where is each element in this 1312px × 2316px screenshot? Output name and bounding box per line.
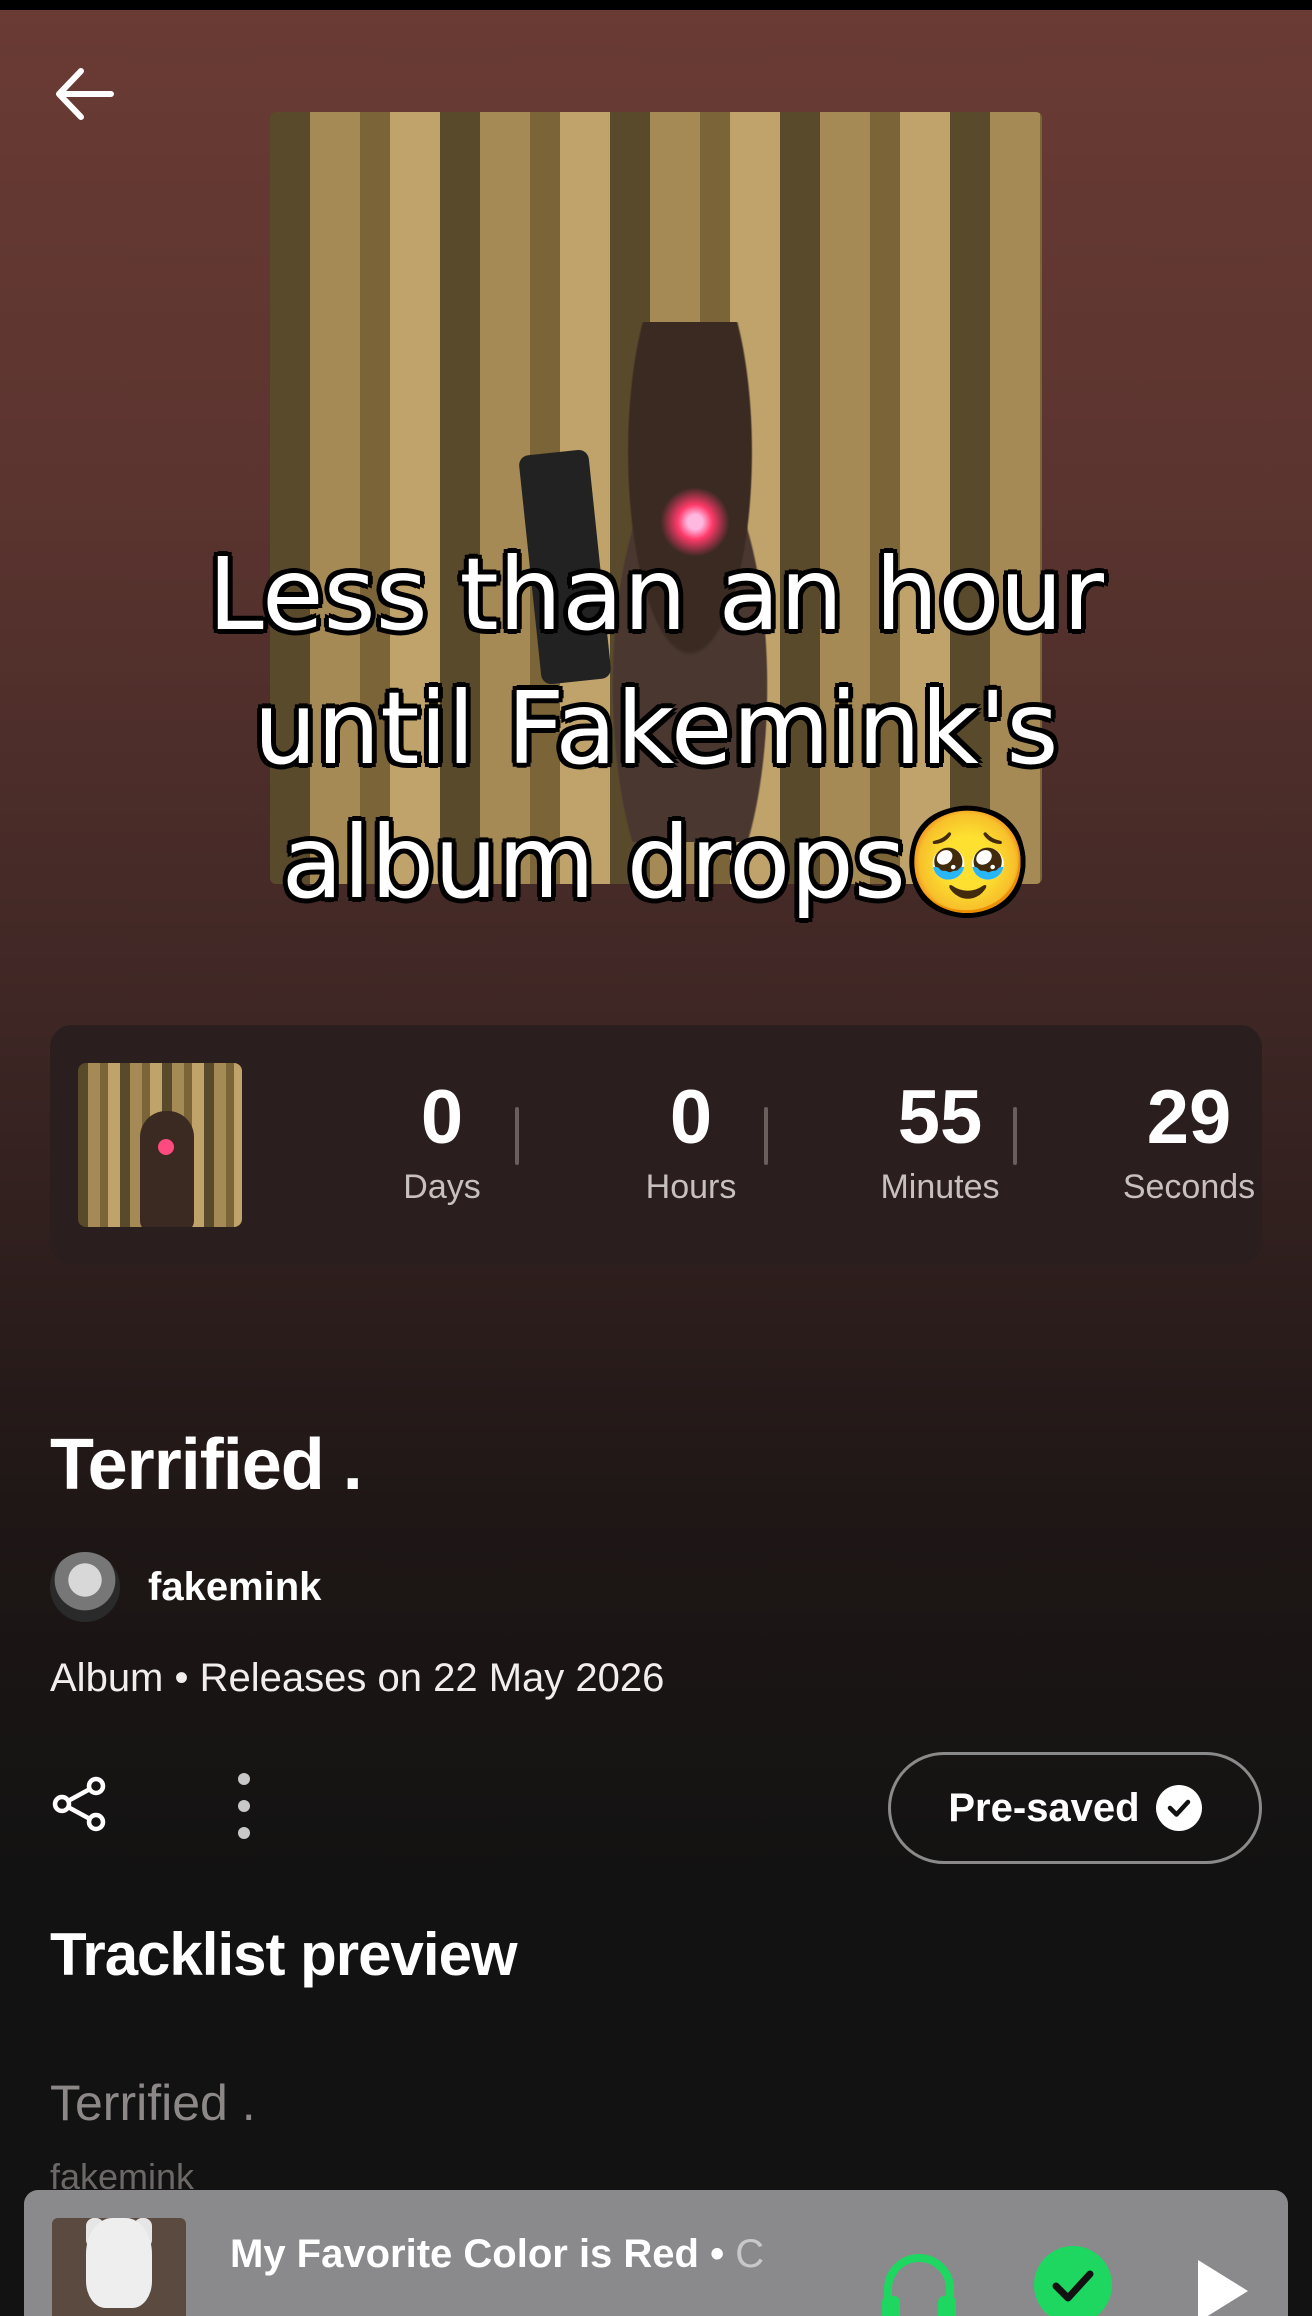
saved-check-icon[interactable]	[1034, 2246, 1112, 2316]
more-options-button[interactable]	[212, 1768, 276, 1844]
album-meta: Album • Releases on 22 May 2026	[50, 1656, 665, 1700]
countdown-minutes-label: Minutes	[880, 1168, 1000, 1206]
more-vertical-icon	[238, 1773, 250, 1839]
share-button[interactable]	[48, 1772, 112, 1836]
check-circle-icon	[1155, 1785, 1202, 1831]
artist-link[interactable]: fakemink	[50, 1552, 321, 1622]
countdown-seconds-label: Seconds	[1122, 1168, 1256, 1206]
back-button[interactable]	[48, 58, 120, 130]
now-playing-title: My Favorite Color is Red • C	[230, 2232, 830, 2277]
share-icon	[52, 1776, 106, 1832]
countdown-days-label: Days	[403, 1168, 481, 1206]
now-playing-track: My Favorite Color is Red	[230, 2232, 699, 2276]
presave-button[interactable]: Pre-saved	[888, 1752, 1262, 1864]
countdown-separator	[1013, 1107, 1017, 1165]
caption-overlay: Less than an hour until Fakemink's album…	[208, 536, 1104, 921]
now-playing-separator: •	[698, 2232, 736, 2276]
countdown-hours-label: Hours	[645, 1168, 737, 1206]
countdown-seconds-value: 29	[1146, 1075, 1232, 1160]
artist-name: fakemink	[148, 1564, 322, 1609]
status-bar	[0, 0, 1312, 10]
presave-label: Pre-saved	[948, 1785, 1140, 1830]
artist-avatar	[50, 1552, 120, 1622]
now-playing-artist: C	[735, 2232, 765, 2276]
countdown-hours-value: 0	[669, 1075, 713, 1160]
now-playing-bar[interactable]: My Favorite Color is Red • C	[24, 2190, 1288, 2316]
now-playing-artwork	[52, 2218, 186, 2316]
countdown-minutes: 55 Minutes	[830, 1073, 1050, 1211]
headphones-icon[interactable]	[874, 2244, 964, 2316]
countdown-separator	[515, 1107, 519, 1165]
countdown-separator	[764, 1107, 768, 1165]
countdown-days-value: 0	[420, 1075, 464, 1160]
track-title[interactable]: Terrified .	[50, 2074, 256, 2132]
arrow-left-icon	[56, 68, 114, 120]
countdown-days: 0 Days	[332, 1073, 552, 1211]
tracklist-heading: Tracklist preview	[50, 1921, 518, 1988]
countdown-thumbnail	[78, 1063, 242, 1227]
countdown-card: 0 Days 0 Hours 55 Minutes 29 Seconds	[50, 1025, 1262, 1265]
countdown-hours: 0 Hours	[581, 1073, 801, 1211]
album-title: Terrified .	[50, 1425, 363, 1505]
play-icon[interactable]	[1192, 2256, 1252, 2316]
countdown-seconds: 29 Seconds	[1079, 1073, 1299, 1211]
countdown-minutes-value: 55	[897, 1075, 983, 1160]
